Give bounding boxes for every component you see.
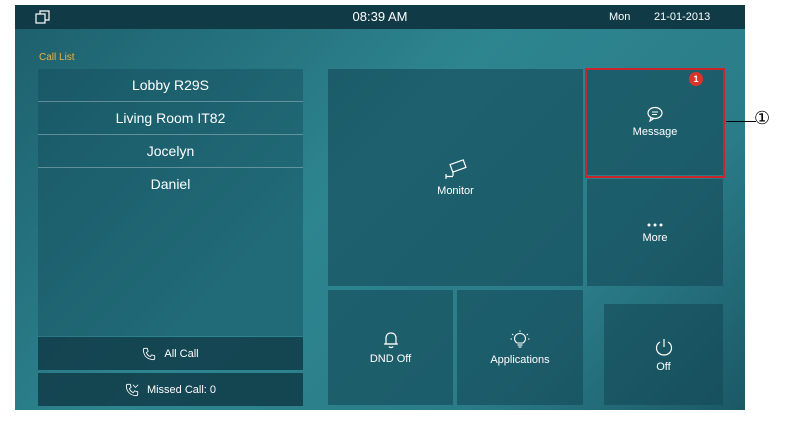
missed-call-label: Missed Call: 0 [146, 383, 217, 396]
monitor-label: Monitor [437, 184, 474, 197]
power-icon [655, 338, 672, 356]
all-call-button[interactable]: All Call [38, 337, 303, 370]
contact-item[interactable]: Lobby R29S [38, 69, 303, 101]
annotation-marker: ① [754, 108, 771, 129]
annotation-line [726, 121, 756, 122]
applications-tile[interactable]: Applications [457, 290, 583, 405]
monitor-tile[interactable]: Monitor [328, 69, 583, 286]
contact-item[interactable]: Daniel [38, 168, 303, 200]
dnd-label: DND Off [369, 352, 412, 365]
contact-item[interactable]: Jocelyn [38, 135, 303, 167]
more-tile[interactable]: More [587, 179, 723, 286]
status-time: 08:39 AM [352, 9, 408, 24]
intercom-screen: 08:39 AM Mon 21-01-2013 Call List Lobby … [15, 5, 745, 410]
more-label: More [642, 231, 668, 244]
contact-item[interactable]: Living Room IT82 [38, 102, 303, 134]
applications-label: Applications [490, 353, 550, 366]
status-day: Mon [609, 11, 631, 23]
bell-icon [383, 331, 398, 348]
call-list[interactable]: Lobby R29S Living Room IT82 Jocelyn Dani… [38, 69, 303, 336]
dnd-tile[interactable]: DND Off [328, 290, 453, 405]
camera-icon [444, 158, 467, 179]
status-date: 21-01-2013 [654, 11, 711, 23]
off-tile[interactable]: Off [604, 304, 723, 405]
ellipsis-icon [647, 223, 663, 226]
missed-call-icon [125, 383, 139, 396]
lightbulb-icon [510, 330, 530, 348]
call-list-label: Call List [39, 52, 75, 63]
message-highlight-frame [585, 68, 725, 178]
status-bar: 08:39 AM Mon 21-01-2013 [15, 5, 745, 29]
all-call-label: All Call [164, 347, 199, 360]
phone-icon [143, 347, 156, 360]
off-label: Off [656, 360, 671, 373]
message-count-badge: 1 [689, 72, 703, 86]
missed-call-button[interactable]: Missed Call: 0 [38, 373, 303, 406]
